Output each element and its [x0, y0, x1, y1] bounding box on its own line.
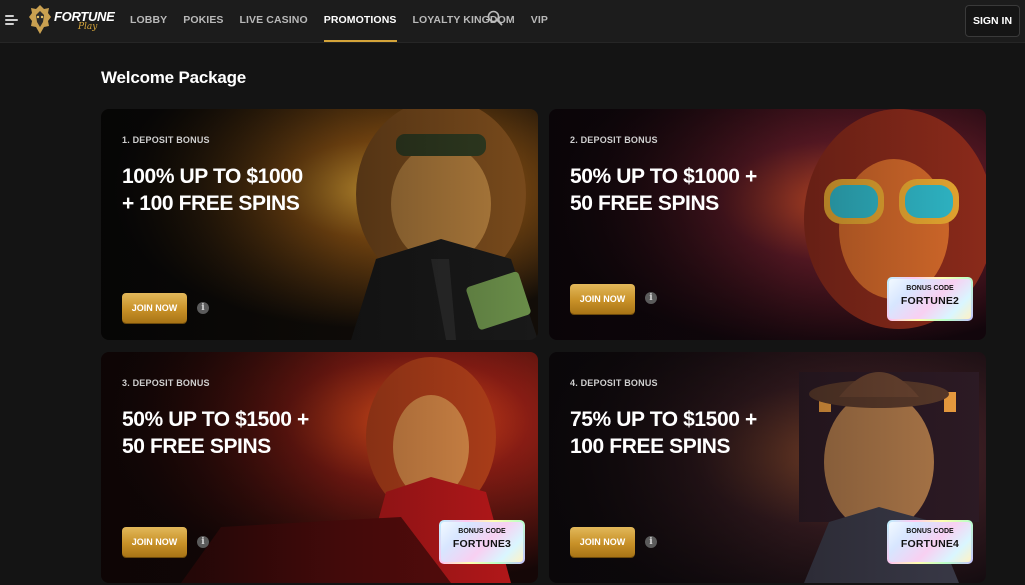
deposit-step-label: 3. Deposit Bonus — [122, 378, 210, 388]
info-icon[interactable]: i — [645, 536, 657, 548]
bonus-headline-line-2: 100 free spins — [570, 435, 731, 458]
logo-subtitle: Play — [78, 22, 98, 32]
lion-logo-icon — [29, 5, 51, 34]
bonus-code-label: Bonus code — [906, 285, 954, 292]
bonus-headline-line-2: 50 free spins — [570, 192, 719, 215]
bonus-headline-line-1: 75% up to $1500 + — [570, 408, 757, 431]
promo-card-4: 4. Deposit Bonus 75% up to $1500 + 100 f… — [549, 352, 986, 583]
info-icon[interactable]: i — [197, 536, 209, 548]
bonus-code-value: FORTUNE2 — [900, 295, 960, 307]
bonus-code-value: FORTUNE3 — [452, 538, 512, 550]
top-navigation-bar: FORTUNE Play Lobby Pokies Live Casino Pr… — [0, 0, 1025, 43]
nav-live-casino[interactable]: Live Casino — [240, 0, 308, 42]
nav-promotions[interactable]: Promotions — [323, 0, 397, 42]
join-now-button[interactable]: Join now — [122, 527, 187, 557]
search-icon[interactable] — [487, 10, 503, 26]
bonus-headline: 100% up to $1000 + 100 free spins — [122, 163, 382, 217]
bonus-code-inner: Bonus code FORTUNE2 — [889, 279, 971, 319]
deposit-step-label: 4. Deposit Bonus — [570, 378, 658, 388]
bonus-headline: 75% up to $1500 + 100 free spins — [570, 406, 830, 460]
join-now-button[interactable]: Join now — [122, 293, 187, 323]
fortune-play-logo[interactable]: FORTUNE Play — [28, 4, 115, 38]
promo-card-3: 3. Deposit Bonus 50% up to $1500 + 50 fr… — [101, 352, 538, 583]
info-icon[interactable]: i — [645, 292, 657, 304]
nav-lobby[interactable]: Lobby — [130, 0, 167, 42]
nav-vip[interactable]: VIP — [531, 0, 548, 42]
join-now-button[interactable]: Join now — [570, 527, 635, 557]
bonus-code-value: FORTUNE4 — [900, 538, 960, 550]
bonus-headline-line-2: + 100 free spins — [122, 192, 300, 215]
bonus-headline-line-2: 50 free spins — [122, 435, 271, 458]
bonus-headline-line-1: 50% up to $1500 + — [122, 408, 309, 431]
bonus-headline: 50% up to $1000 + 50 free spins — [570, 163, 830, 217]
bonus-code-label: Bonus code — [906, 528, 954, 535]
bonus-code-badge[interactable]: Bonus code FORTUNE2 — [887, 277, 973, 321]
join-now-button[interactable]: Join now — [570, 284, 635, 314]
hamburger-menu-icon[interactable] — [5, 13, 19, 27]
bonus-code-label: Bonus code — [458, 528, 506, 535]
bonus-headline-line-1: 50% up to $1000 + — [570, 165, 757, 188]
info-icon[interactable]: i — [197, 302, 209, 314]
bonus-code-badge[interactable]: Bonus code FORTUNE3 — [439, 520, 525, 564]
deposit-step-label: 2. Deposit Bonus — [570, 135, 658, 145]
bonus-code-inner: Bonus code FORTUNE4 — [889, 522, 971, 562]
bonus-headline: 50% up to $1500 + 50 free spins — [122, 406, 382, 460]
nav-pokies[interactable]: Pokies — [183, 0, 223, 42]
promo-card-1: 1. Deposit Bonus 100% up to $1000 + 100 … — [101, 109, 538, 340]
bonus-headline-line-1: 100% up to $1000 — [122, 165, 303, 188]
sign-in-button[interactable]: SIGN IN — [965, 5, 1020, 37]
promo-card-2: 2. Deposit Bonus 50% up to $1000 + 50 fr… — [549, 109, 986, 340]
bonus-code-badge[interactable]: Bonus code FORTUNE4 — [887, 520, 973, 564]
deposit-step-label: 1. Deposit Bonus — [122, 135, 210, 145]
page-title: Welcome Package — [101, 68, 247, 87]
bonus-code-inner: Bonus code FORTUNE3 — [441, 522, 523, 562]
